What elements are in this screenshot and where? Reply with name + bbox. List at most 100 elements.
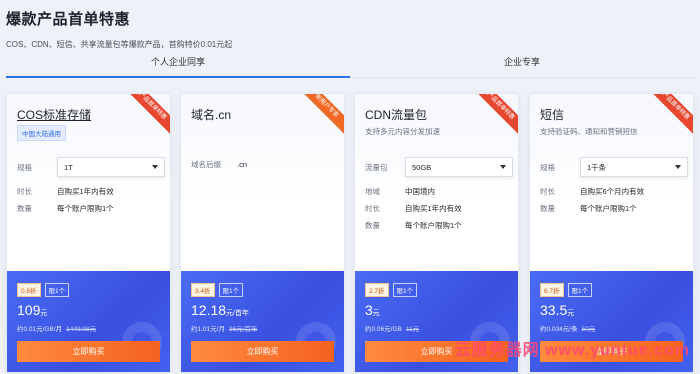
price-panel: 3.4折 限1个 12.18元/首年 约1.01元/月 36元/首年 立即购买 (181, 271, 344, 372)
duration-row: 时长 自购买1年内有效 (17, 186, 114, 197)
limit-tag: 限1个 (567, 283, 593, 297)
product-name[interactable]: 域名.cn (191, 106, 231, 123)
product-cards: 产品首单特惠 COS标准存储 中国大陆通用 规格 1T 时长 自购买1年内有效 … (6, 93, 696, 373)
region-label: 地域 (365, 187, 380, 196)
region-value: 中国境内 (405, 187, 435, 196)
product-card-cdn: 产品首单特惠 CDN流量包 支持多元内容分发加速 流量包 50GB 地域 中国境… (354, 93, 519, 373)
buy-now-button[interactable]: 立即购买 (17, 341, 160, 362)
product-name[interactable]: COS标准存储 (17, 106, 91, 123)
limit-tag: 限1个 (44, 283, 70, 297)
spec-select-value: 1T (64, 162, 73, 172)
unit-price: 约0.034元/条 50元 (540, 323, 595, 333)
page-title: 爆款产品首单特惠 (6, 11, 131, 28)
duration-row: 时长 自购买6个月内有效 (540, 186, 644, 197)
duration-label: 时长 (17, 187, 32, 196)
duration-value: 自购买1年内有效 (57, 187, 114, 196)
unit-price: 约0.01元/GB/月 1449.98元 (17, 323, 96, 333)
spec-select[interactable]: 1千条 (580, 157, 688, 177)
original-price: 36元/首年 (228, 326, 258, 333)
price-unit: 元/首年 (226, 310, 249, 317)
price-value: 33.5 (540, 302, 568, 318)
quantity-label: 数量 (540, 204, 555, 213)
discount-tag: 0.8折 (17, 283, 41, 297)
limit-tag: 限1个 (218, 283, 244, 297)
duration-value: 自购买6个月内有效 (580, 187, 645, 196)
spec-row: 流量包 50GB (365, 157, 513, 177)
suffix-label: 域名后缀 (191, 160, 221, 169)
price-tags: 0.8折 限1个 (17, 283, 70, 297)
price-tags: 6.7折 限1个 (540, 283, 593, 297)
duration-value: 自购买1年内有效 (405, 204, 462, 213)
product-name[interactable]: CDN流量包 (365, 106, 427, 123)
page-subtitle: COS、CDN、短信、共享流量包等爆款产品，首购特价0.01元起 (6, 40, 233, 49)
quantity-row: 数量 每个账户限购1个 (17, 203, 114, 214)
promo-ribbon: 产品首单特惠 (119, 94, 170, 140)
spec-row: 规格 1T (17, 157, 165, 177)
price-value: 12.18 (191, 302, 227, 318)
product-card-domain: 新用户专享 域名.cn 域名后缀 .cn 3.4折 限1个 12.18元/首年 … (180, 93, 345, 373)
watermark: 云服务器网 www.yuntue.com (454, 342, 690, 359)
product-card-sms: 产品首单特惠 短信 支持验证码、通知和营销短信 规格 1千条 时长 自购买6个月… (529, 93, 694, 373)
product-description: 支持多元内容分发加速 (365, 127, 440, 136)
buy-now-button[interactable]: 立即购买 (191, 341, 334, 362)
audience-tabs: 个人企业同享 企业专享 (6, 52, 694, 78)
unit-price-text: 约0.034元/条 (540, 326, 578, 333)
price-unit: 元 (567, 310, 575, 317)
unit-price-text: 约1.01元/月 (191, 326, 225, 333)
product-description: 支持验证码、通知和营销短信 (540, 127, 638, 136)
page-header: 爆款产品首单特惠 COS、CDN、短信、共享流量包等爆款产品，首购特价0.01元… (6, 8, 232, 50)
discount-tag: 6.7折 (540, 283, 564, 297)
promo-ribbon: 新用户专享 (293, 94, 344, 140)
region-row: 地域 中国境内 (365, 186, 435, 197)
limit-tag: 限1个 (392, 283, 418, 297)
spec-label: 规格 (540, 162, 555, 172)
price-value: 3 (365, 302, 373, 318)
discount-tag: 2.7折 (365, 283, 389, 297)
spec-select[interactable]: 50GB (405, 157, 513, 177)
price-tags: 3.4折 限1个 (191, 283, 244, 297)
original-price: 11元 (405, 326, 420, 333)
spec-label: 流量包 (365, 162, 388, 172)
suffix-value: .cn (237, 160, 248, 169)
quantity-value: 每个账户限购1个 (580, 204, 637, 213)
suffix-row: 域名后缀 .cn (191, 159, 247, 170)
price-unit: 元 (372, 310, 380, 317)
chevron-down-icon (675, 165, 681, 169)
chevron-down-icon (500, 165, 506, 169)
duration-row: 时长 自购买1年内有效 (365, 203, 462, 214)
original-price: 50元 (581, 326, 596, 333)
quantity-value: 每个账户限购1个 (57, 204, 114, 213)
quantity-label: 数量 (365, 221, 380, 230)
product-card-cos: 产品首单特惠 COS标准存储 中国大陆通用 规格 1T 时长 自购买1年内有效 … (6, 93, 171, 373)
price: 12.18元/首年 (191, 302, 249, 318)
unit-price: 约0.06元/GB 11元 (365, 323, 419, 333)
spec-label: 规格 (17, 162, 32, 172)
price: 109元 (17, 302, 47, 318)
discount-tag: 3.4折 (191, 283, 215, 297)
duration-label: 时长 (540, 187, 555, 196)
price-panel: 0.8折 限1个 109元 约0.01元/GB/月 1449.98元 立即购买 (7, 271, 170, 372)
tab-personal-enterprise[interactable]: 个人企业同享 (6, 52, 350, 78)
quantity-row: 数量 每个账户限购1个 (365, 220, 462, 231)
spec-select-value: 1千条 (587, 162, 607, 172)
product-name[interactable]: 短信 (540, 106, 564, 123)
price-tags: 2.7折 限1个 (365, 283, 418, 297)
tab-enterprise-only[interactable]: 企业专享 (350, 52, 694, 78)
unit-price-text: 约0.01元/GB/月 (17, 326, 63, 333)
unit-price-text: 约0.06元/GB (365, 326, 402, 333)
spec-row: 规格 1千条 (540, 157, 688, 177)
price: 33.5元 (540, 302, 574, 318)
region-badge: 中国大陆通用 (17, 125, 66, 141)
quantity-value: 每个账户限购1个 (405, 221, 462, 230)
spec-select-value: 50GB (412, 162, 432, 172)
duration-label: 时长 (365, 204, 380, 213)
promo-ribbon: 产品首单特惠 (642, 94, 693, 140)
unit-price: 约1.01元/月 36元/首年 (191, 323, 258, 333)
chevron-down-icon (152, 165, 158, 169)
price-unit: 元 (40, 310, 48, 317)
price: 3元 (365, 302, 380, 318)
spec-select[interactable]: 1T (57, 157, 165, 177)
quantity-label: 数量 (17, 204, 32, 213)
price-value: 109 (17, 302, 41, 318)
quantity-row: 数量 每个账户限购1个 (540, 203, 637, 214)
